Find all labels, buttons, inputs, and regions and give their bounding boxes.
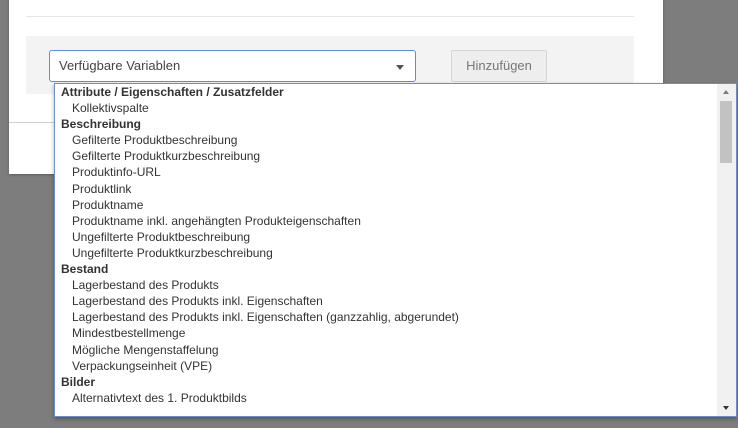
chevron-down-icon [396,65,404,70]
option-lagerbestand[interactable]: Lagerbestand des Produkts [55,277,717,293]
divider [9,122,54,123]
divider [26,16,634,17]
option-ungefilterte-produktbeschreibung[interactable]: Ungefilterte Produktbeschreibung [55,229,717,245]
option-alternativtext-produktbild[interactable]: Alternativtext des 1. Produktbilds [55,390,717,406]
add-button[interactable]: Hinzufügen [451,50,547,82]
optgroup-beschreibung: Beschreibung [61,117,142,132]
option-produktlink[interactable]: Produktlink [55,181,717,197]
variables-dropdown-list[interactable]: Attribute / Eigenschaften / Zusatzfelder… [54,83,737,417]
select-value: Verfügbare Variablen [59,58,181,73]
option-mengenstaffelung[interactable]: Mögliche Mengenstaffelung [55,342,717,358]
available-variables-select[interactable]: Verfügbare Variablen [49,50,416,82]
option-verpackungseinheit[interactable]: Verpackungseinheit (VPE) [55,358,717,374]
option-produktinfo-url[interactable]: Produktinfo-URL [55,164,717,180]
dropdown-scrollbar[interactable] [717,84,736,416]
option-kollektivspalte[interactable]: Kollektivspalte [55,100,717,116]
option-produktname[interactable]: Produktname [55,197,717,213]
option-mindestbestellmenge[interactable]: Mindestbestellmenge [55,325,717,341]
optgroup-bestand: Bestand [61,262,109,277]
option-produktname-inkl-eigenschaften[interactable]: Produktname inkl. angehängten Produkteig… [55,213,717,229]
option-gefilterte-produktbeschreibung[interactable]: Gefilterte Produktbeschreibung [55,132,717,148]
scroll-up-arrow-icon[interactable] [723,90,729,94]
scroll-down-arrow-icon[interactable] [723,406,729,410]
option-lagerbestand-ganzzahlig[interactable]: Lagerbestand des Produkts inkl. Eigensch… [55,309,717,325]
optgroup-bilder: Bilder [61,374,96,389]
option-lagerbestand-inkl-eigenschaften[interactable]: Lagerbestand des Produkts inkl. Eigensch… [55,293,717,309]
optgroup-attribute: Attribute / Eigenschaften / Zusatzfelder [61,85,284,99]
option-list: Attribute / Eigenschaften / Zusatzfelder… [55,84,717,406]
option-gefilterte-produktkurzbeschreibung[interactable]: Gefilterte Produktkurzbeschreibung [55,148,717,164]
option-ungefilterte-produktkurzbeschreibung[interactable]: Ungefilterte Produktkurzbeschreibung [55,245,717,261]
scrollbar-thumb[interactable] [720,101,732,163]
